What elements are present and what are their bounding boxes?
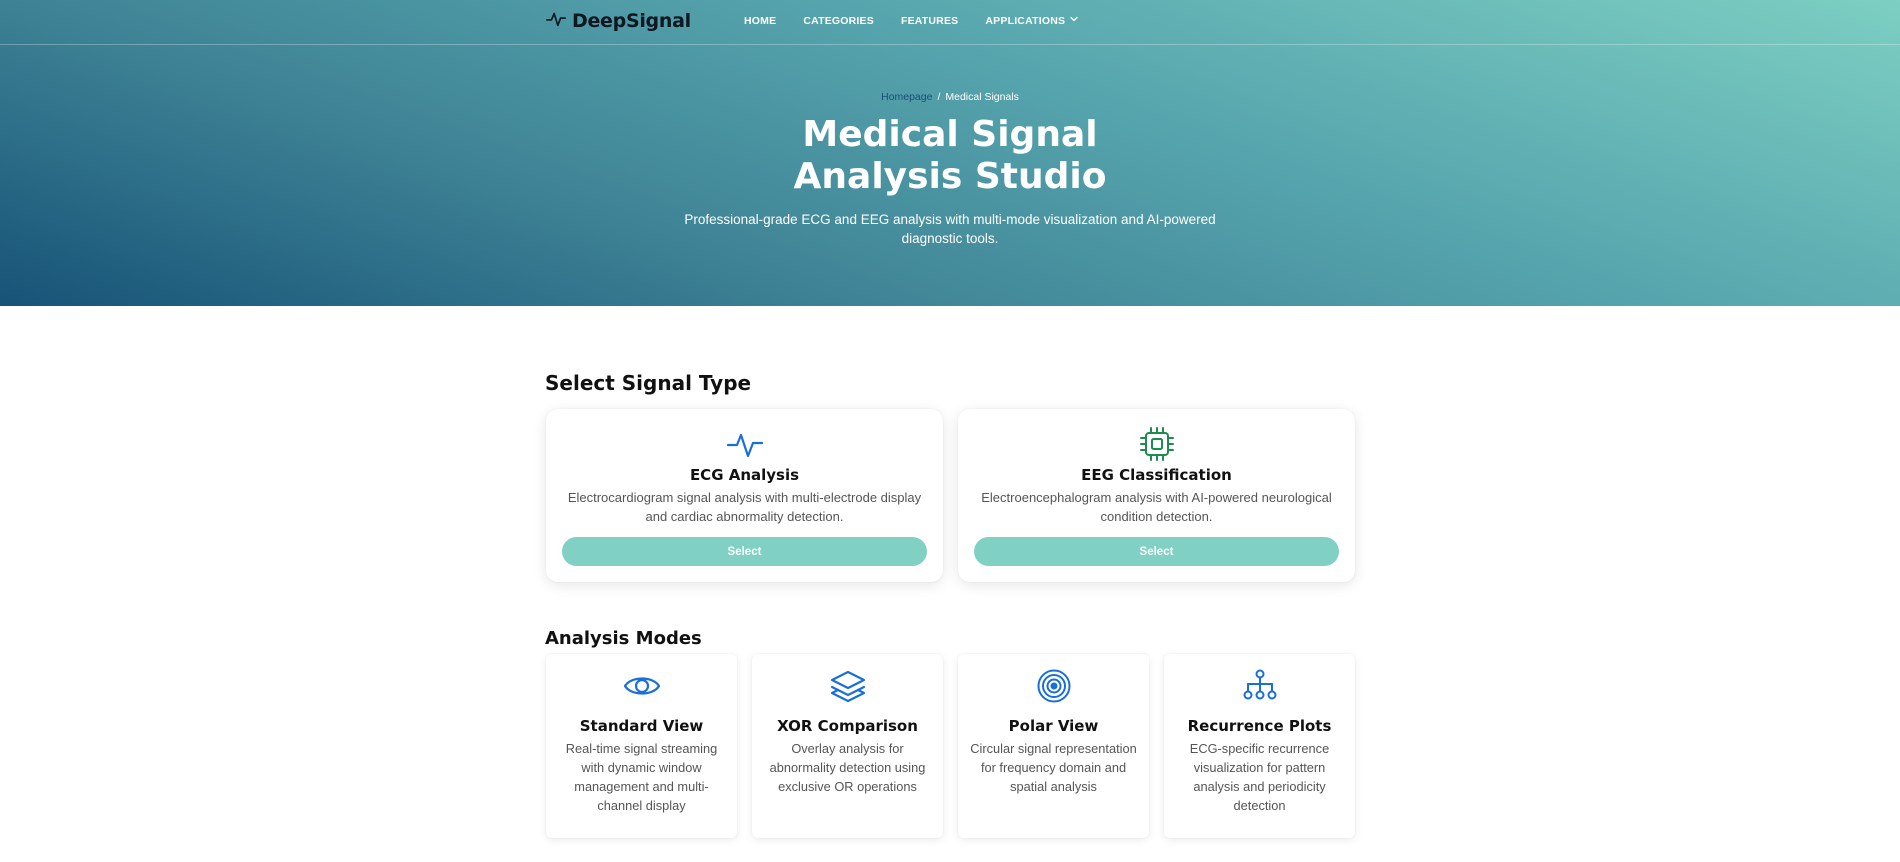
page-title-line1: Medical Signal: [802, 114, 1098, 155]
ecg-select-button[interactable]: Select: [562, 537, 927, 566]
nav-features-label: FEATURES: [900, 14, 959, 27]
chevron-down-icon: [1069, 14, 1079, 27]
ecg-card-description: Electrocardiogram signal analysis with m…: [567, 490, 922, 524]
target-icon: [958, 669, 1149, 703]
mode-card-standard-view[interactable]: Standard View Real-time signal streaming…: [546, 654, 737, 838]
page-title-line2: Analysis Studio: [793, 156, 1107, 197]
signal-section-title: Select Signal Type: [545, 371, 752, 395]
breadcrumb-home-link[interactable]: Homepage: [881, 91, 932, 103]
nav-features[interactable]: FEATURES: [901, 14, 958, 27]
eeg-select-button[interactable]: Select: [974, 537, 1339, 566]
mode-description: Real-time signal streaming with dynamic …: [565, 741, 718, 813]
heartbeat-icon: [546, 426, 943, 462]
hero-banner: DeepSignal HOME CATEGORIES FEATURES APPL…: [0, 0, 1900, 306]
mode-title: Polar View: [1008, 717, 1099, 735]
mode-description: Circular signal representation for frequ…: [970, 741, 1137, 794]
nav-applications-label: APPLICATIONS: [985, 14, 1066, 27]
main-nav: HOME CATEGORIES FEATURES APPLICATIONS: [744, 14, 1106, 27]
nav-categories-label: CATEGORIES: [803, 14, 874, 27]
mode-description: ECG-specific recurrence visualization fo…: [1189, 741, 1330, 813]
brand-name: DeepSignal: [572, 10, 691, 32]
nav-applications[interactable]: APPLICATIONS: [985, 14, 1079, 27]
nav-home[interactable]: HOME: [744, 14, 776, 27]
mode-title: Standard View: [579, 717, 704, 735]
hero-subtitle: Professional-grade ECG and EEG analysis …: [684, 212, 1216, 246]
ecg-card-title: ECG Analysis: [689, 466, 800, 484]
eye-icon: [546, 669, 737, 703]
mode-description: Overlay analysis for abnormality detecti…: [769, 741, 926, 794]
layers-icon: [752, 669, 943, 703]
mode-title: Recurrence Plots: [1187, 717, 1332, 735]
brand-logo[interactable]: DeepSignal: [545, 9, 691, 33]
breadcrumb-separator: /: [937, 91, 941, 103]
modes-section-title: Analysis Modes: [545, 628, 702, 649]
mode-title: XOR Comparison: [777, 717, 918, 735]
mode-card-recurrence-plots[interactable]: Recurrence Plots ECG-specific recurrence…: [1164, 654, 1355, 838]
eeg-classification-card[interactable]: EEG Classification Electroencephalogram …: [958, 409, 1355, 582]
pulse-icon: [545, 8, 567, 35]
cpu-chip-icon: [958, 426, 1355, 462]
eeg-card-title: EEG Classification: [1081, 466, 1232, 484]
top-navbar: DeepSignal HOME CATEGORIES FEATURES APPL…: [0, 0, 1900, 45]
nav-home-label: HOME: [744, 14, 777, 27]
page-title: Medical Signal Analysis Studio: [0, 114, 1900, 198]
breadcrumb-current: Medical Signals: [945, 91, 1019, 103]
eeg-card-description: Electroencephalogram analysis with AI-po…: [981, 490, 1332, 524]
mode-card-polar-view[interactable]: Polar View Circular signal representatio…: [958, 654, 1149, 838]
breadcrumb: Homepage / Medical Signals: [0, 91, 1900, 103]
ecg-analysis-card[interactable]: ECG Analysis Electrocardiogram signal an…: [546, 409, 943, 582]
hierarchy-icon: [1164, 669, 1355, 703]
mode-card-xor-comparison[interactable]: XOR Comparison Overlay analysis for abno…: [752, 654, 943, 838]
nav-categories[interactable]: CATEGORIES: [803, 14, 874, 27]
